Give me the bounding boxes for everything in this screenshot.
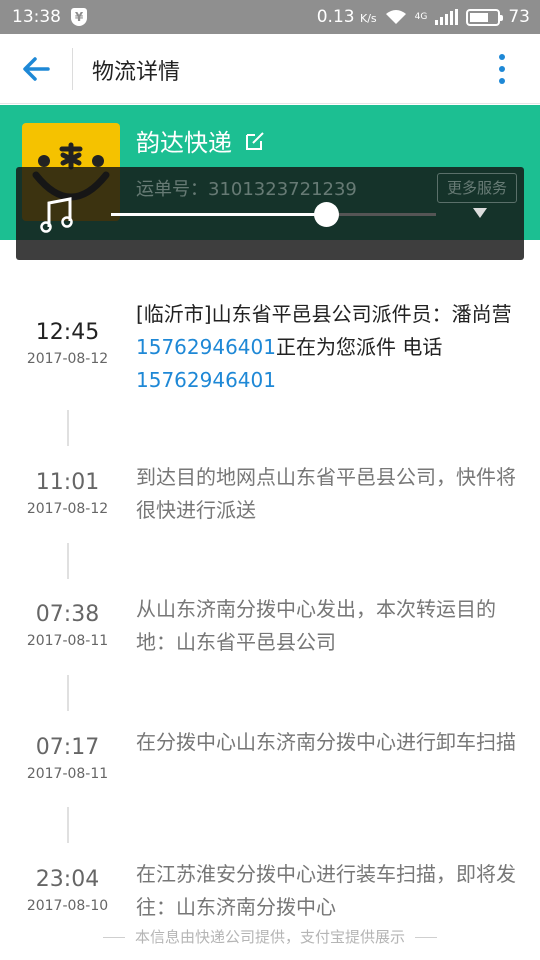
wifi-icon [385, 10, 406, 24]
network-speed: 0.13 K/s [316, 7, 377, 27]
edit-icon[interactable] [244, 130, 266, 152]
entry-date: 2017-08-12 [26, 501, 109, 517]
entry-message: 到达目的地网点山东省平邑县公司，快件将很快进行派送 [136, 465, 516, 522]
entry-time: 23:04 [35, 867, 100, 892]
progress-fill [111, 213, 326, 216]
signal-type: 4G [414, 11, 428, 22]
entry-message: 在分拨中心山东济南分拨中心进行卸车扫描 [136, 730, 516, 754]
entry-time: 07:17 [35, 735, 100, 760]
signal-icon [435, 9, 459, 25]
chevron-down-icon[interactable] [472, 207, 488, 219]
page-title: 物流详情 [92, 60, 181, 85]
more-services-button[interactable]: 更多服务 [437, 173, 517, 203]
clock: 13:38 [12, 7, 61, 27]
entry-message: 在江苏淮安分拨中心进行装车扫描，即将发往：山东济南分拨中心 [136, 862, 516, 919]
timeline-connector [67, 543, 69, 579]
shield-icon: ¥ [71, 8, 87, 26]
courier-name[interactable]: 韵达快递 [136, 123, 266, 158]
entry-time: 07:38 [35, 602, 100, 627]
back-arrow-icon[interactable] [18, 51, 54, 87]
timeline-connector [67, 675, 69, 711]
entry-date: 2017-08-10 [26, 898, 109, 914]
entry-time: 11:01 [35, 470, 100, 495]
entry-time: 12:45 [35, 320, 100, 345]
slider-thumb[interactable] [313, 202, 339, 227]
entry-date: 2017-08-12 [26, 351, 109, 367]
music-player-overlay[interactable]: 运单号：3101323721239 更多服务 [16, 167, 524, 260]
status-bar: 13:38 ¥ 0.13 K/s 4G 73 [0, 0, 540, 34]
entry-date: 2017-08-11 [26, 766, 109, 782]
battery-percent: 73 [508, 7, 530, 27]
phone-link[interactable]: 15762946401 [136, 335, 276, 359]
music-note-icon[interactable] [40, 197, 78, 233]
entry-message: [临沂市]山东省平邑县公司派件员：潘尚营15762946401正在为您派件 电话… [136, 302, 512, 392]
progress-slider[interactable] [111, 202, 436, 227]
timeline-connector [67, 807, 69, 843]
more-menu-icon[interactable] [492, 52, 512, 86]
footer-note: 本信息由快递公司提供，支付宝提供展示 [0, 926, 540, 947]
entry-message: 从山东济南分拨中心发出，本次转运目的地：山东省平邑县公司 [136, 597, 496, 654]
timeline-connector [67, 410, 69, 446]
phone-link[interactable]: 15762946401 [136, 368, 276, 392]
app-bar: 物流详情 [0, 34, 540, 104]
entry-date: 2017-08-11 [26, 633, 109, 649]
divider [72, 48, 73, 90]
battery-icon [466, 8, 504, 26]
tracking-number: 运单号：3101323721239 [136, 179, 357, 200]
